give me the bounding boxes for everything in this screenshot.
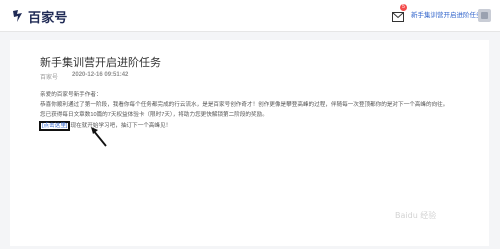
source-label: 百家号 <box>40 75 59 81</box>
greeting-text: 亲爱的百家号新手作者： <box>40 92 102 98</box>
click-here-link[interactable]: [点击这里] <box>39 120 71 131</box>
notification-area[interactable]: 5 新手集训营开启进阶任务 <box>392 4 483 22</box>
logo-text: 百家号 <box>28 10 68 26</box>
top-header: 百家号 5 新手集训营开启进阶任务 <box>0 0 500 32</box>
notification-link[interactable]: 新手集训营开启进阶任务 <box>411 9 483 19</box>
body-line-1: 恭喜你顺利通过了第一阶段，我看你每个任务都完成的行云流水，是是百家号创作奇才！创… <box>40 102 449 109</box>
mail-icon[interactable]: 5 <box>392 4 407 22</box>
article-meta: 百家号 2020-12-16 09:51:42 <box>40 72 128 81</box>
link-suffix-text: 现在就开始学习吧，抽订下一个高峰见！ <box>70 122 172 129</box>
logo-mark-icon <box>11 9 25 23</box>
avatar[interactable] <box>478 9 491 22</box>
body-line-2: 您已获得每日文章数10篇的7天权益体验卡（限时7天），将助力您更快解锁第二阶段的… <box>40 112 268 119</box>
publish-date: 2020-12-16 09:51:42 <box>72 72 129 78</box>
notification-badge: 5 <box>400 4 407 11</box>
page-title: 新手集训营开启进阶任务 <box>40 57 161 69</box>
watermark: Baidu 经验 <box>395 211 437 220</box>
message-body: 亲爱的百家号新手作者： 恭喜你顺利通过了第一阶段，我看你每个任务都完成的行云流水… <box>39 90 480 131</box>
pointer-arrow-icon <box>91 127 107 147</box>
baijiahao-logo[interactable]: 百家号 <box>11 7 68 26</box>
